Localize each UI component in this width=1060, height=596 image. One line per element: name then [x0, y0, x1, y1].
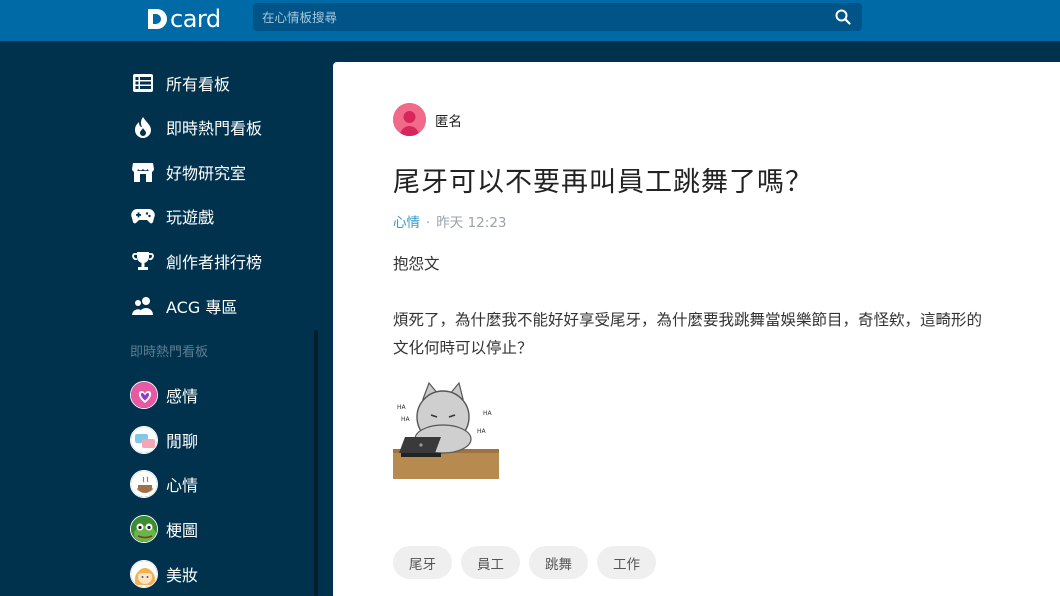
sidebar-scrollbar[interactable]	[314, 330, 318, 596]
sidebar-item-creator-ranking[interactable]: 創作者排行榜	[130, 246, 262, 276]
trophy-icon	[130, 248, 156, 274]
chat-avatar-icon	[130, 426, 158, 454]
laughing-cat-sticker: HA HA HA HA	[393, 377, 499, 479]
heart-avatar-icon	[130, 381, 158, 409]
sidebar-item-label: 玩遊戲	[166, 208, 215, 227]
tag-chip[interactable]: 員工	[461, 546, 520, 579]
sidebar-item-label: ACG 專區	[166, 298, 238, 317]
sidebar-item-label: 即時熱門看板	[166, 119, 263, 138]
dcard-logo[interactable]: card	[145, 4, 221, 34]
sidebar-item-hot-boards[interactable]: 即時熱門看板	[130, 112, 262, 142]
store-icon	[130, 159, 156, 185]
board-item-relationship[interactable]: 感情	[130, 380, 198, 410]
section-title-hot-boards: 即時熱門看板	[130, 345, 209, 360]
tag-chip[interactable]: 工作	[597, 546, 656, 579]
fire-icon	[130, 114, 156, 140]
post-body-line: 煩死了，為什麼我不能好好享受尾牙，為什麼要我跳舞當娛樂節目，奇怪欸，這畸形的	[393, 311, 983, 329]
post-author[interactable]: 匿名	[393, 103, 462, 136]
sticker-text: HA	[397, 404, 407, 411]
post-body-line: 抱怨文	[393, 255, 440, 273]
tag-chip[interactable]: 尾牙	[393, 546, 452, 579]
girl-avatar-icon	[130, 560, 158, 588]
board-label: 心情	[166, 476, 199, 495]
list-icon	[130, 70, 156, 96]
board-label: 梗圖	[166, 521, 199, 540]
board-item-meme[interactable]: 梗圖	[130, 514, 198, 544]
logo-text: card	[170, 5, 221, 33]
board-label: 美妝	[166, 566, 199, 585]
svg-text:HA: HA	[483, 410, 493, 417]
post-title: 尾牙可以不要再叫員工跳舞了嗎？	[393, 167, 813, 198]
svg-text:HA: HA	[477, 428, 487, 435]
anonymous-avatar-icon	[393, 103, 426, 136]
meta-separator: ·	[426, 215, 431, 231]
sidebar-item-shop-lab[interactable]: 好物研究室	[130, 157, 246, 187]
author-name: 匿名	[435, 113, 462, 130]
tag-chip[interactable]: 跳舞	[529, 546, 588, 579]
coffee-avatar-icon	[130, 470, 158, 498]
board-label: 感情	[166, 387, 199, 406]
sidebar-item-label: 創作者排行榜	[166, 253, 263, 272]
svg-text:HA: HA	[401, 416, 411, 423]
post-time: 昨天 12:23	[436, 215, 507, 231]
search-box[interactable]	[253, 3, 824, 31]
sidebar-item-all-boards[interactable]: 所有看板	[130, 68, 230, 98]
sidebar-item-label: 所有看板	[166, 75, 231, 94]
dcard-logo-icon	[148, 9, 167, 29]
board-item-mood[interactable]: 心情	[130, 469, 198, 499]
board-item-makeup[interactable]: 美妝	[130, 559, 198, 589]
sidebar-item-acg[interactable]: ACG 專區	[130, 291, 237, 321]
sidebar-item-games[interactable]: 玩遊戲	[130, 201, 214, 231]
search-icon	[835, 9, 851, 25]
board-item-chat[interactable]: 閒聊	[130, 425, 198, 455]
board-label: 閒聊	[166, 432, 199, 451]
tag-list: 尾牙 員工 跳舞 工作	[393, 546, 665, 579]
post-body-line: 文化何時可以停止？	[393, 339, 533, 357]
post-meta: 心情 · 昨天 12:23	[393, 211, 507, 231]
search-button[interactable]	[824, 3, 862, 31]
search-input[interactable]	[253, 3, 824, 31]
frog-avatar-icon	[130, 515, 158, 543]
forum-link[interactable]: 心情	[393, 215, 420, 231]
gamepad-icon	[130, 203, 156, 229]
sidebar-item-label: 好物研究室	[166, 164, 247, 183]
users-icon	[130, 293, 156, 319]
